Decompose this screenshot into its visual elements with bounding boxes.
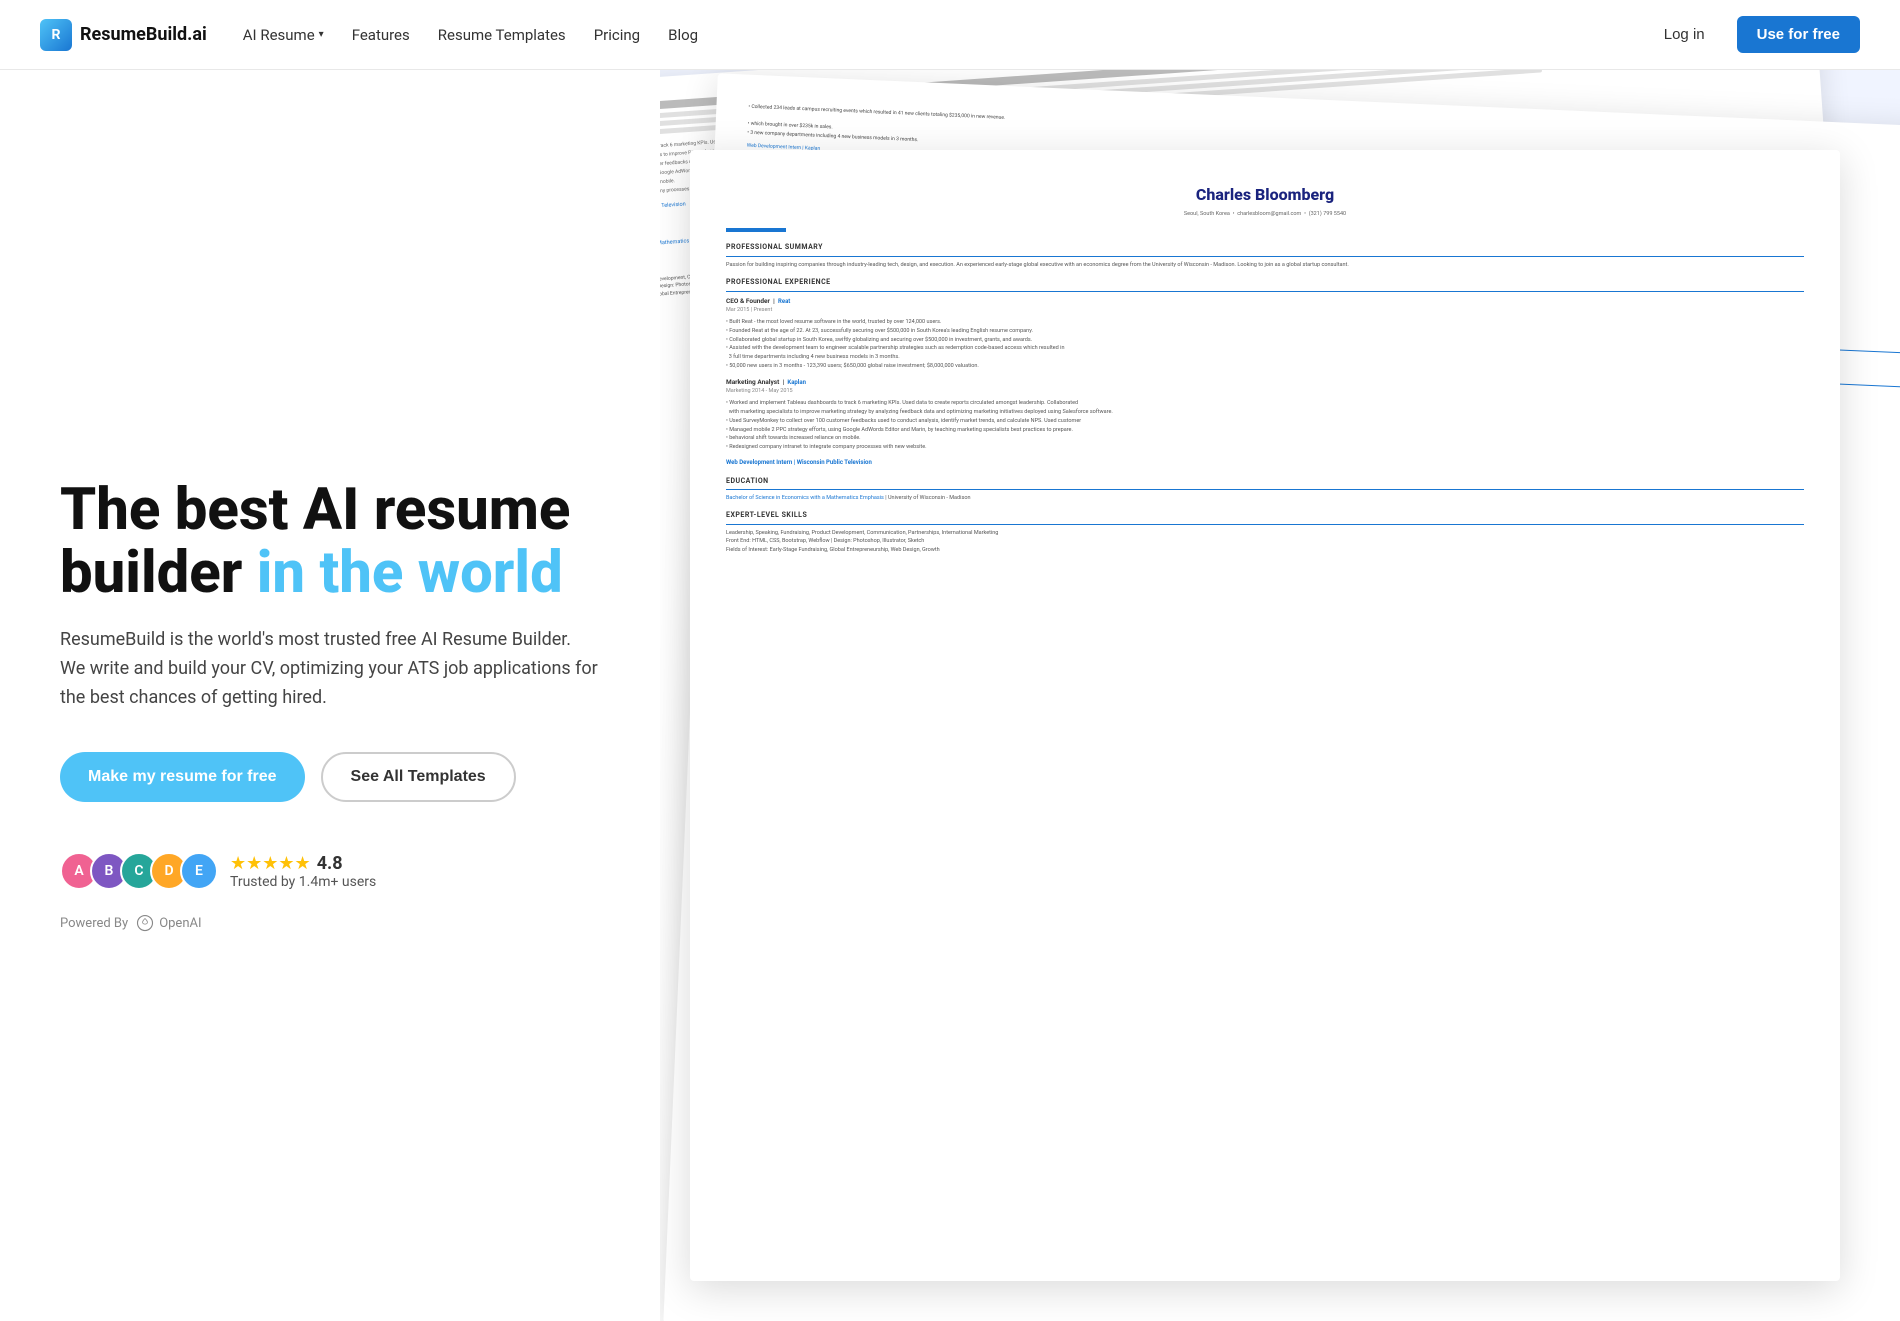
- nav-right: Log in Use for free: [1648, 16, 1860, 53]
- job2-date: Marketing 2014 - May 2015: [726, 387, 1804, 396]
- logo-text: ResumeBuild.ai: [80, 24, 207, 45]
- logo-icon: R: [40, 19, 72, 51]
- summary-text: Passion for building inspiring companies…: [726, 261, 1804, 270]
- job3-title: Web Development Intern | Wisconsin Publi…: [726, 457, 1804, 468]
- education-section-title: EDUCATION: [726, 476, 1804, 490]
- make-resume-button[interactable]: Make my resume for free: [60, 752, 305, 802]
- degree-text: Bachelor of Science in Economics with a …: [726, 494, 1804, 503]
- skills-text: Leadership, Speaking, Fundraising, Produ…: [726, 529, 1804, 555]
- skills-section-title: EXPERT-LEVEL SKILLS: [726, 510, 1804, 524]
- job1-bullets: • Built Reat - the most loved resume sof…: [726, 318, 1804, 371]
- see-all-templates-button[interactable]: See All Templates: [321, 752, 516, 802]
- nav-pricing[interactable]: Pricing: [594, 26, 640, 44]
- hero-buttons: Make my resume for free See All Template…: [60, 752, 600, 802]
- job2-bullets: • Worked and implement Tableau dashboard…: [726, 399, 1804, 452]
- avatars-row: A B C D E ★★★★★ 4.8 Trusted by 1.4m+ use…: [60, 852, 600, 890]
- use-for-free-button[interactable]: Use for free: [1737, 16, 1860, 53]
- hero-description: ResumeBuild is the world's most trusted …: [60, 626, 600, 712]
- summary-section-title: PROFESSIONAL SUMMARY: [726, 242, 1804, 256]
- rating-group: ★★★★★ 4.8 Trusted by 1.4m+ users: [230, 853, 376, 890]
- social-proof: A B C D E ★★★★★ 4.8 Trusted by 1.4m+ use…: [60, 852, 600, 932]
- nav-features[interactable]: Features: [352, 26, 410, 44]
- job2-section: Marketing Analyst | Kaplan Marketing 201…: [726, 377, 1804, 452]
- stars-row: ★★★★★ 4.8: [230, 853, 376, 874]
- openai-logo: OpenAI: [136, 914, 201, 932]
- nav-left: R ResumeBuild.ai AI Resume ▾ Features Re…: [40, 19, 698, 51]
- navbar: R ResumeBuild.ai AI Resume ▾ Features Re…: [0, 0, 1900, 70]
- openai-icon: [136, 914, 154, 932]
- job1-title: CEO & Founder | Reat: [726, 296, 1804, 307]
- nav-blog[interactable]: Blog: [668, 26, 698, 44]
- hero-title: The best AI resume builder in the world: [60, 479, 600, 607]
- avatar: E: [180, 852, 218, 890]
- resume-name: Charles Bloomberg: [726, 182, 1804, 208]
- nav-ai-resume[interactable]: AI Resume ▾: [243, 26, 324, 44]
- job1-date: Mar 2015 | Present: [726, 306, 1804, 315]
- rating-number: 4.8: [317, 853, 343, 874]
- job2-title: Marketing Analyst | Kaplan: [726, 377, 1804, 388]
- nav-links: AI Resume ▾ Features Resume Templates Pr…: [243, 26, 698, 44]
- chevron-down-icon: ▾: [319, 29, 324, 40]
- experience-section-title: PROFESSIONAL EXPERIENCE: [726, 277, 1804, 291]
- blue-bar: [726, 228, 786, 232]
- login-button[interactable]: Log in: [1648, 18, 1721, 51]
- hero-left: The best AI resume builder in the world …: [0, 70, 660, 1321]
- hero-right: • Used and implemented Tableau dashboard…: [660, 70, 1900, 1321]
- star-icons: ★★★★★: [230, 853, 311, 874]
- nav-resume-templates[interactable]: Resume Templates: [438, 26, 566, 44]
- resume-foreground: Charles Bloomberg Seoul, South Korea • c…: [690, 150, 1840, 1281]
- resume-contact: Seoul, South Korea • charlesbloom@gmail.…: [726, 210, 1804, 219]
- trusted-text: Trusted by 1.4m+ users: [230, 874, 376, 890]
- main-container: The best AI resume builder in the world …: [0, 0, 1900, 1321]
- job3-section: Web Development Intern | Wisconsin Publi…: [726, 457, 1804, 468]
- user-avatars: A B C D E: [60, 852, 218, 890]
- resume-stack: • Used and implemented Tableau dashboard…: [660, 70, 1900, 1321]
- powered-by: Powered By OpenAI: [60, 914, 600, 932]
- logo[interactable]: R ResumeBuild.ai: [40, 19, 207, 51]
